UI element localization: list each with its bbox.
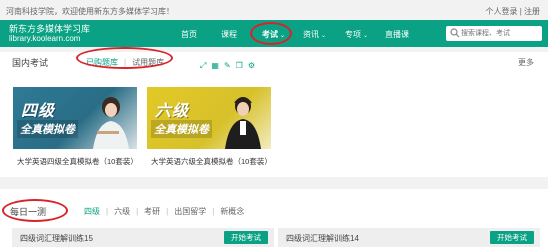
cover-title: 六级 [155, 103, 190, 120]
highlight-circle-daily [2, 199, 68, 222]
start-exam-button[interactable]: 开始考试 [490, 231, 534, 244]
chevron-down-icon: ⌄ [321, 33, 327, 39]
daily-test-row: 四级词汇理解训练14 开始考试 [278, 228, 540, 247]
highlight-circle-exams [250, 22, 292, 45]
brand-name: 新东方多媒体学习库 [9, 24, 91, 34]
tab-postgraduate[interactable]: 考研 [144, 207, 160, 216]
exam-cover-image[interactable]: 六级 全真模拟卷 [147, 87, 271, 149]
expand-icon[interactable]: ⤢ [200, 61, 211, 70]
start-exam-button[interactable]: 开始考试 [224, 231, 268, 244]
edit-icon[interactable]: ✎ [224, 61, 236, 70]
nav-item-home[interactable]: 首页 [181, 29, 197, 40]
search-box[interactable] [446, 26, 542, 41]
exam-cover-image[interactable]: 四级 全真模拟卷 [13, 87, 137, 149]
tab-separator: | [136, 207, 139, 216]
cover-subtitle: 全真模拟卷 [17, 120, 78, 138]
domestic-exams-panel: 国内考试 已购题库 | 试用题库 更多 ⤢▦✎❐⚙ 四级 全真模拟卷 大学英语四级全… [0, 52, 548, 177]
student-illustration [225, 97, 261, 149]
chevron-down-icon: ⌄ [363, 33, 369, 39]
brand-domain: library.koolearn.com [9, 34, 81, 43]
welcome-text: 河南科技学院，欢迎使用新东方多媒体学习库！ [6, 7, 174, 16]
tab-study-abroad[interactable]: 出国留学 [174, 207, 206, 216]
login-register-links[interactable]: 个人登录 | 注册 [485, 6, 540, 17]
nav-item-courses[interactable]: 课程 [221, 29, 237, 40]
daily-test-row: 四级词汇理解训练15 开始考试 [12, 228, 274, 247]
daily-test-tabs: 四级 | 六级 | 考研 | 出国留学 | 新概念 [84, 206, 244, 217]
grid-icon[interactable]: ▦ [211, 61, 224, 70]
tab-new-concept[interactable]: 新概念 [220, 207, 244, 216]
section-title-domestic: 国内考试 [12, 58, 49, 68]
tab-separator: | [212, 207, 215, 216]
student-illustration [93, 97, 129, 149]
cover-subtitle: 全真模拟卷 [151, 120, 212, 138]
cover-title: 四级 [21, 103, 56, 120]
nav-item-special[interactable]: 专项 ⌄ [345, 29, 368, 40]
exam-card-title[interactable]: 大学英语六级全真模拟卷（10套装） [151, 156, 272, 167]
tab-cet4[interactable]: 四级 [84, 207, 100, 216]
search-input[interactable] [461, 27, 539, 40]
settings-icon[interactable]: ⚙ [248, 61, 260, 70]
tab-separator: | [106, 207, 109, 216]
card-action-icons: ⤢▦✎❐⚙ [200, 61, 260, 71]
copy-icon[interactable]: ❐ [236, 61, 248, 70]
daily-test-label: 四级词汇理解训练15 [20, 234, 93, 243]
search-icon[interactable] [450, 28, 460, 38]
daily-test-panel: 每日一测 四级 | 六级 | 考研 | 出国留学 | 新概念 四级词汇理解训练15 开始考试 四… [0, 189, 548, 252]
nav-item-special-label: 专项 [345, 30, 361, 39]
top-bar: 河南科技学院，欢迎使用新东方多媒体学习库！ 个人登录 | 注册 [0, 0, 548, 20]
highlight-circle-tabs [76, 47, 173, 69]
nav-item-live[interactable]: 直播课 [385, 29, 409, 40]
tab-cet6[interactable]: 六级 [114, 207, 130, 216]
exam-card-title[interactable]: 大学英语四级全真模拟卷（10套装） [17, 156, 138, 167]
more-link[interactable]: 更多 [518, 57, 534, 68]
daily-test-label: 四级词汇理解训练14 [286, 234, 359, 243]
site-logo[interactable]: 新东方多媒体学习库 library.koolearn.com [9, 24, 90, 44]
nav-item-news-label: 资讯 [303, 30, 319, 39]
nav-item-news[interactable]: 资讯 ⌄ [303, 29, 326, 40]
tab-separator: | [166, 207, 169, 216]
